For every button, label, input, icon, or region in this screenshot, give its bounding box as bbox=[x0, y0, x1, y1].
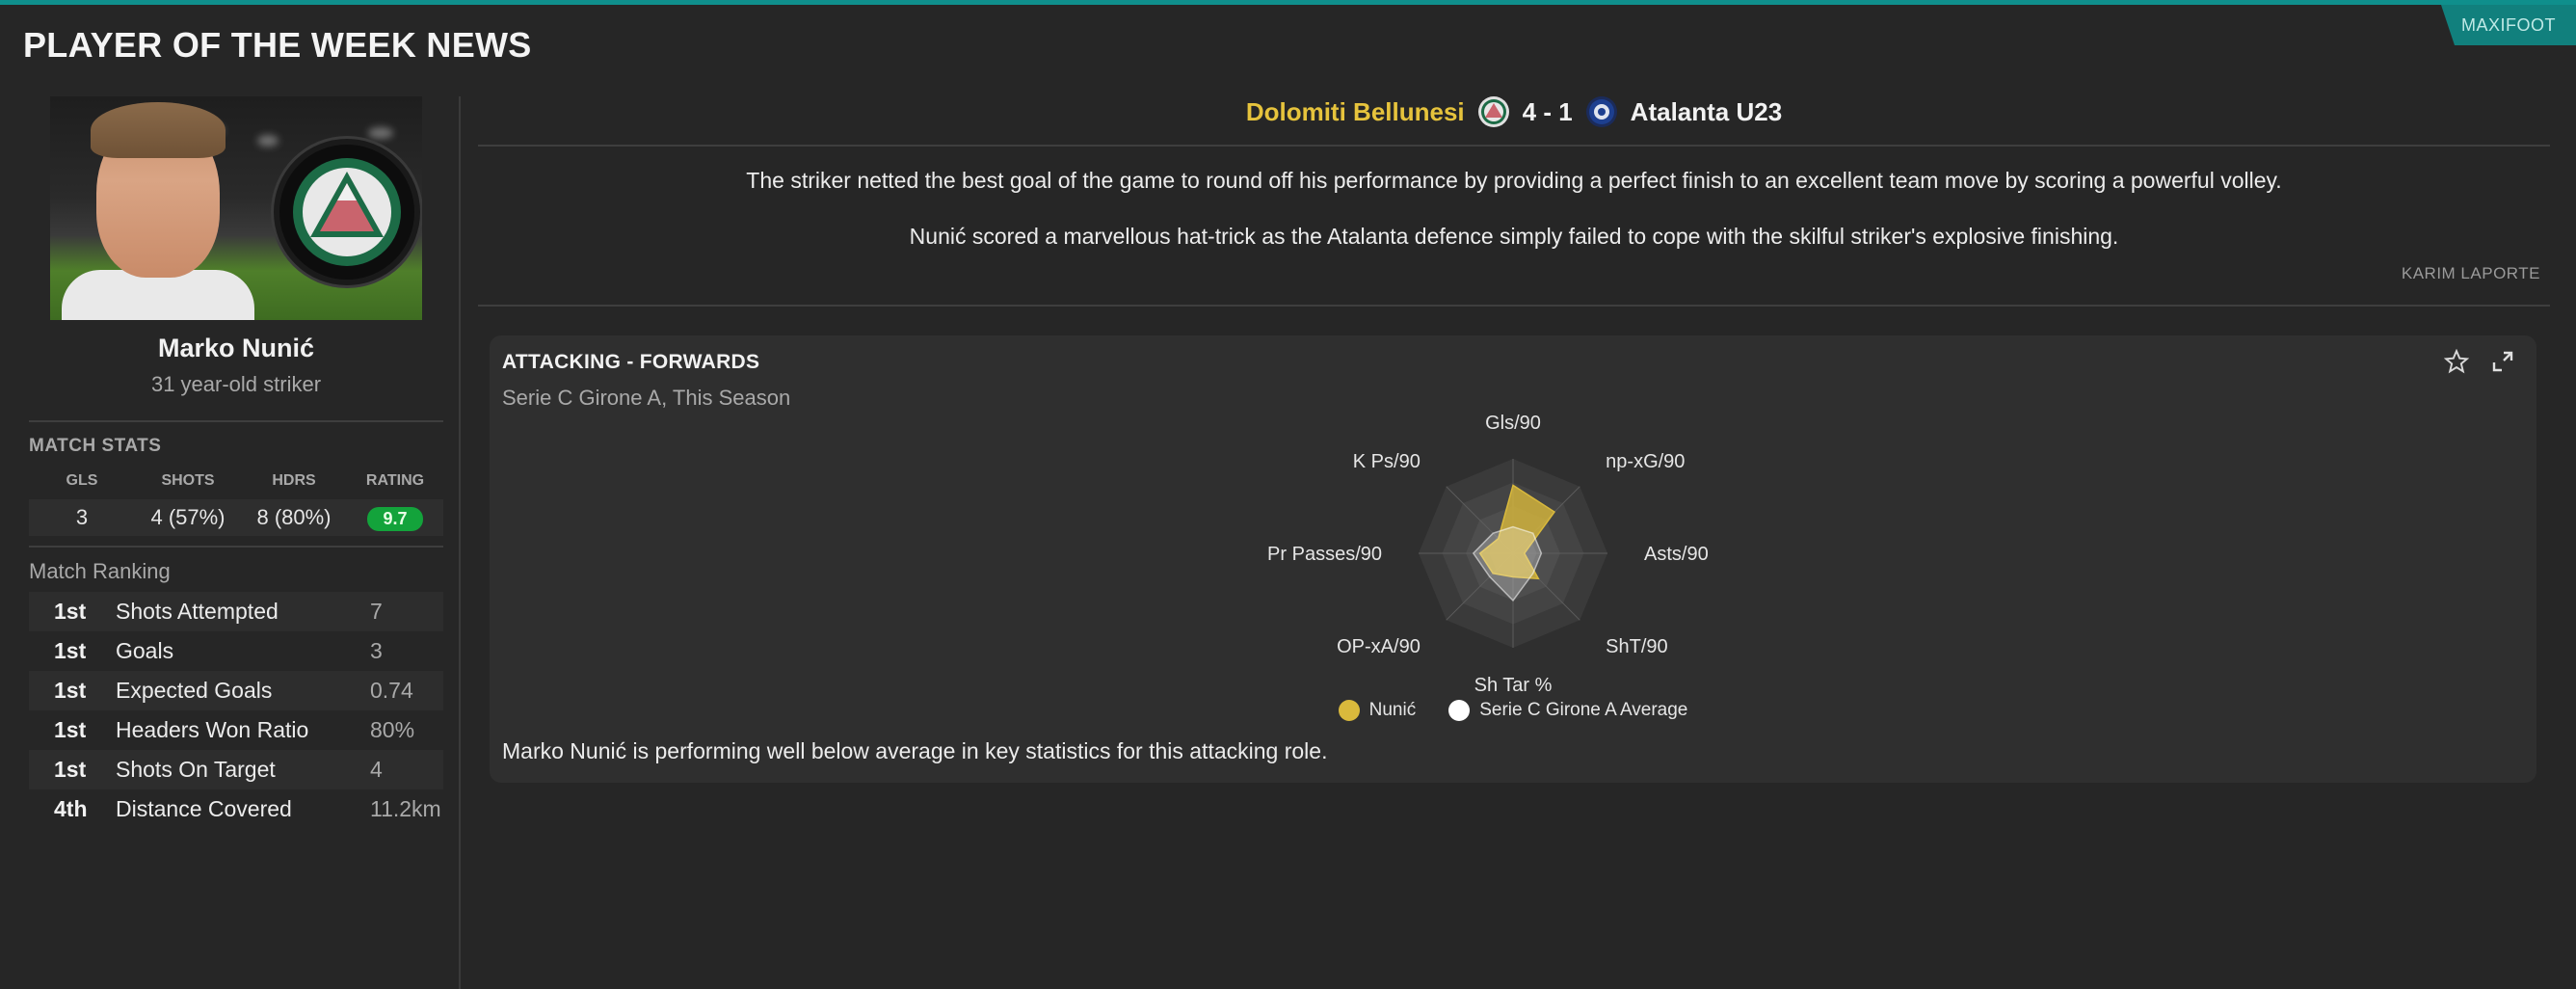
page-title: PLAYER OF THE WEEK NEWS bbox=[23, 25, 532, 65]
match-score: 4 - 1 bbox=[1522, 96, 1573, 126]
radar-axis-label: Gls/90 bbox=[1485, 413, 1541, 434]
match-stats-row: 3 4 (57%) 8 (80%) 9.7 bbox=[29, 499, 443, 536]
report-paragraph-2: Nunić scored a marvellous hat-trick as t… bbox=[909, 224, 2119, 249]
radar-axis-label: Asts/90 bbox=[1644, 544, 1709, 565]
rank-label: Shots Attempted bbox=[116, 599, 279, 624]
rank-value: 0.74 bbox=[370, 678, 413, 703]
club-badge-icon bbox=[274, 139, 420, 285]
match-stats-title: MATCH STATS bbox=[29, 436, 162, 456]
chart-legend: Nunić Serie C Girone A Average bbox=[490, 700, 2536, 721]
rank-label: Distance Covered bbox=[116, 796, 292, 821]
accent-top-bar bbox=[0, 0, 2576, 5]
radar-axis-label: K Ps/90 bbox=[1353, 451, 1421, 472]
header-gls: GLS bbox=[66, 472, 98, 489]
stadium-light bbox=[368, 127, 393, 139]
match-ranking-list: 1st Shots Attempted 7 1st Goals 3 1st Ex… bbox=[29, 592, 443, 829]
rank-position: 1st bbox=[54, 599, 87, 624]
rank-label: Goals bbox=[116, 638, 174, 663]
value-hdrs: 8 (80%) bbox=[256, 505, 332, 529]
rank-label: Shots On Target bbox=[116, 757, 276, 782]
rank-value: 11.2km bbox=[370, 796, 441, 821]
home-club-badge-icon bbox=[1477, 96, 1509, 127]
player-subtitle: 31 year-old striker bbox=[150, 372, 322, 396]
away-club-badge-icon bbox=[1585, 96, 1617, 127]
legend-swatch-player bbox=[1338, 700, 1360, 721]
stadium-light bbox=[257, 135, 279, 147]
radar-axis-label: np-xG/90 bbox=[1606, 451, 1685, 472]
legend-label-player: Nunić bbox=[1368, 700, 1417, 720]
divider bbox=[478, 305, 2550, 307]
list-item: 1st Goals 3 bbox=[29, 631, 443, 671]
header-rating: RATING bbox=[365, 472, 425, 489]
sidebar-divider bbox=[459, 96, 461, 989]
away-team-name[interactable]: Atalanta U23 bbox=[1631, 97, 1783, 127]
fixture-header: Dolomiti Bellunesi 4 - 1 Atalanta U23 bbox=[478, 96, 2550, 127]
header-hdrs: HDRS bbox=[272, 472, 316, 489]
list-item: 1st Headers Won Ratio 80% bbox=[29, 710, 443, 750]
rank-value: 4 bbox=[370, 757, 383, 782]
match-ranking-title: Match Ranking bbox=[29, 559, 171, 583]
value-shots: 4 (57%) bbox=[150, 505, 226, 529]
report-author: KARIM LAPORTE bbox=[2401, 264, 2540, 282]
value-gls: 3 bbox=[75, 505, 89, 529]
rank-value: 7 bbox=[370, 599, 383, 624]
divider bbox=[29, 546, 443, 548]
player-name[interactable]: Marko Nunić bbox=[29, 334, 443, 363]
rank-value: 80% bbox=[370, 717, 415, 742]
list-item: 4th Distance Covered 11.2km bbox=[29, 789, 443, 829]
rating-cell: 9.7 bbox=[347, 505, 443, 531]
rating-badge: 9.7 bbox=[367, 506, 423, 531]
rank-position: 4th bbox=[54, 796, 88, 821]
list-item: 1st Shots On Target 4 bbox=[29, 750, 443, 789]
rank-position: 1st bbox=[54, 678, 87, 703]
report-paragraph-1: The striker netted the best goal of the … bbox=[746, 168, 2282, 193]
legend-label-average: Serie C Girone A Average bbox=[1479, 700, 1688, 720]
rank-label: Headers Won Ratio bbox=[116, 717, 309, 742]
list-item: 1st Shots Attempted 7 bbox=[29, 592, 443, 631]
card-footer-text: Marko Nunić is performing well below ave… bbox=[502, 738, 1328, 763]
rank-label: Expected Goals bbox=[116, 678, 273, 703]
attacking-forwards-card: ATTACKING - FORWARDS Serie C Girone A, T… bbox=[490, 335, 2536, 783]
radar-axis-label: Sh Tar % bbox=[1474, 675, 1553, 696]
player-hair bbox=[91, 102, 226, 158]
match-stats-header: GLS SHOTS HDRS RATING bbox=[29, 472, 443, 490]
legend-swatch-average bbox=[1448, 700, 1471, 721]
header-shots: SHOTS bbox=[161, 472, 215, 489]
rank-position: 1st bbox=[54, 638, 87, 663]
radar-axis-label: ShT/90 bbox=[1606, 636, 1667, 657]
brand-tab[interactable]: MAXIFOOT bbox=[2441, 5, 2576, 45]
home-team-name[interactable]: Dolomiti Bellunesi bbox=[1246, 97, 1465, 127]
divider bbox=[29, 420, 443, 422]
divider bbox=[478, 145, 2550, 147]
rank-position: 1st bbox=[54, 717, 87, 742]
list-item: 1st Expected Goals 0.74 bbox=[29, 671, 443, 710]
player-photo[interactable] bbox=[50, 96, 422, 320]
radar-axis-label: OP-xA/90 bbox=[1337, 636, 1421, 657]
radar-axis-label: Pr Passes/90 bbox=[1267, 544, 1382, 565]
rank-position: 1st bbox=[54, 757, 87, 782]
rank-value: 3 bbox=[370, 638, 383, 663]
